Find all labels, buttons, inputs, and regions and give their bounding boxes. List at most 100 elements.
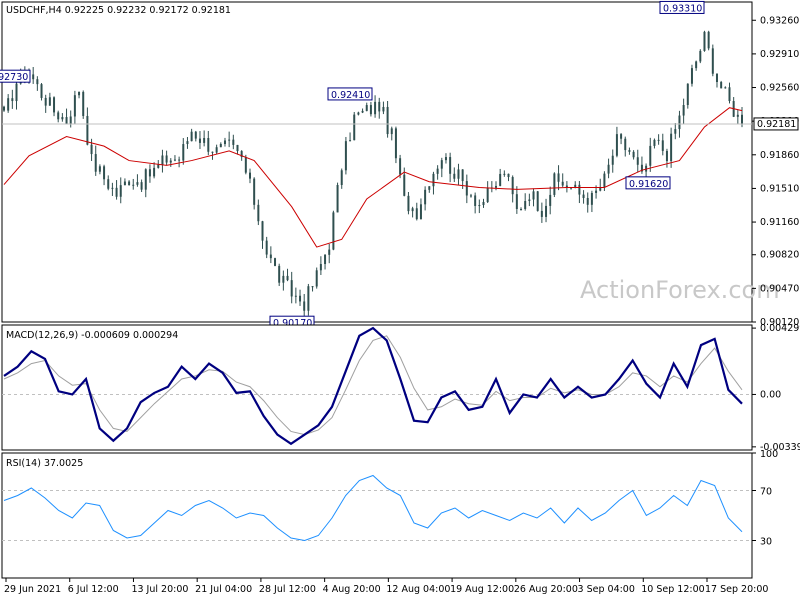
price-candle-body bbox=[111, 187, 114, 189]
price-y-tick-label: 0.93260 bbox=[760, 15, 799, 26]
price-candle-body bbox=[128, 181, 131, 186]
price-candle-body bbox=[741, 114, 743, 125]
price-candle-body bbox=[344, 141, 347, 171]
macd-panel-title: MACD(12,26,9) -0.000609 0.000294 bbox=[6, 330, 178, 341]
price-candle-body bbox=[461, 169, 464, 182]
price-candle-body bbox=[699, 50, 702, 62]
price-candle-body bbox=[661, 140, 664, 151]
price-candle-body bbox=[549, 194, 552, 206]
price-candle-body bbox=[161, 155, 164, 165]
price-candle-body bbox=[173, 159, 176, 161]
price-candle-body bbox=[299, 295, 302, 302]
price-candle-body bbox=[315, 270, 318, 287]
price-candle-body bbox=[198, 138, 201, 143]
rsi-y-tick-label: 30 bbox=[760, 537, 772, 548]
price-candle-body bbox=[386, 106, 389, 135]
price-candle-body bbox=[253, 178, 256, 205]
price-candle-body bbox=[590, 192, 593, 205]
price-candle-body bbox=[15, 83, 18, 102]
price-candle-body bbox=[115, 187, 118, 197]
price-candle-body bbox=[561, 181, 564, 186]
price-y-tick-label: 0.92560 bbox=[760, 83, 799, 94]
price-candle-body bbox=[144, 169, 147, 190]
price-candle-body bbox=[428, 186, 431, 190]
time-tick-label: 21 Jul 04:00 bbox=[195, 584, 252, 595]
price-annotation-label: 0.92730 bbox=[0, 72, 28, 83]
time-tick-label: 13 Jul 20:00 bbox=[131, 584, 188, 595]
price-candle-body bbox=[3, 106, 5, 111]
price-candle-body bbox=[624, 138, 627, 151]
price-candle-body bbox=[603, 173, 606, 188]
price-candle-body bbox=[278, 265, 281, 283]
price-candle-body bbox=[503, 173, 506, 175]
price-candle-body bbox=[499, 173, 502, 186]
price-candle-body bbox=[453, 173, 456, 179]
price-candle-body bbox=[586, 198, 589, 205]
price-candle-body bbox=[236, 144, 239, 152]
price-candle-body bbox=[361, 110, 364, 113]
price-candle-body bbox=[319, 264, 322, 271]
time-tick-label: 26 Aug 20:00 bbox=[514, 584, 578, 595]
price-candle-body bbox=[336, 184, 339, 213]
price-candle-body bbox=[349, 140, 352, 142]
macd-y-tick-label: 0.004299 bbox=[760, 323, 800, 334]
rsi-y-tick-label: 70 bbox=[760, 487, 772, 498]
price-y-tick-label: 0.91860 bbox=[760, 150, 799, 161]
price-candle-body bbox=[132, 184, 135, 186]
price-candle-body bbox=[211, 151, 214, 153]
price-candle-body bbox=[219, 144, 222, 148]
price-candle-body bbox=[48, 97, 51, 106]
price-candle-body bbox=[86, 115, 89, 145]
price-candle-body bbox=[269, 254, 272, 259]
price-candle-body bbox=[249, 172, 251, 179]
time-tick-label: 6 Jul 12:00 bbox=[68, 584, 119, 595]
macd-y-tick-label: 0.00 bbox=[760, 389, 781, 400]
price-candle-body bbox=[578, 184, 581, 195]
time-tick-label: 4 Aug 20:00 bbox=[323, 584, 381, 595]
price-candle-body bbox=[432, 173, 435, 187]
price-candle-body bbox=[724, 87, 727, 89]
price-candle-body bbox=[186, 141, 189, 145]
price-candle-body bbox=[632, 151, 635, 158]
price-candle-body bbox=[11, 98, 14, 102]
time-tick-label: 29 Jun 2021 bbox=[4, 584, 61, 595]
price-candle-body bbox=[153, 167, 156, 177]
price-candle-body bbox=[736, 114, 739, 117]
price-candle-body bbox=[36, 79, 39, 85]
price-candle-body bbox=[665, 150, 668, 162]
price-candle-body bbox=[148, 169, 151, 177]
price-candle-body bbox=[628, 150, 631, 152]
price-candle-body bbox=[82, 91, 85, 116]
price-candle-body bbox=[390, 128, 393, 135]
time-tick-label: 28 Jul 12:00 bbox=[259, 584, 316, 595]
price-candle-body bbox=[165, 155, 168, 163]
price-candle-body bbox=[540, 210, 543, 217]
rsi-y-tick-label: 100 bbox=[760, 449, 778, 460]
price-candle-body bbox=[449, 157, 452, 174]
price-candle-body bbox=[690, 68, 693, 84]
price-y-tick-label: 0.92910 bbox=[760, 49, 799, 60]
time-tick-label: 3 Sep 04:00 bbox=[578, 584, 635, 595]
price-candle-body bbox=[140, 182, 143, 190]
price-candle-body bbox=[203, 138, 206, 143]
price-candle-body bbox=[457, 169, 460, 179]
price-candle-body bbox=[7, 98, 10, 111]
price-candle-body bbox=[695, 61, 698, 69]
price-y-tick-label: 0.91510 bbox=[760, 183, 799, 194]
price-candle-body bbox=[478, 205, 481, 207]
price-annotation-label: 0.93310 bbox=[663, 3, 702, 14]
price-candle-body bbox=[286, 275, 289, 281]
price-candle-body bbox=[436, 168, 439, 174]
watermark: ActionForex.com bbox=[580, 276, 780, 304]
price-candle-body bbox=[707, 31, 710, 49]
price-candle-body bbox=[44, 97, 47, 106]
price-candle-body bbox=[407, 195, 410, 212]
price-candle-body bbox=[507, 173, 510, 178]
price-candle-body bbox=[357, 112, 360, 115]
price-candle-body bbox=[340, 170, 343, 185]
price-candle-body bbox=[53, 97, 56, 113]
time-tick-label: 10 Sep 12:00 bbox=[641, 584, 704, 595]
price-candle-body bbox=[382, 106, 385, 112]
price-candle-body bbox=[528, 199, 531, 202]
price-y-tick-label: 0.90820 bbox=[760, 250, 799, 261]
